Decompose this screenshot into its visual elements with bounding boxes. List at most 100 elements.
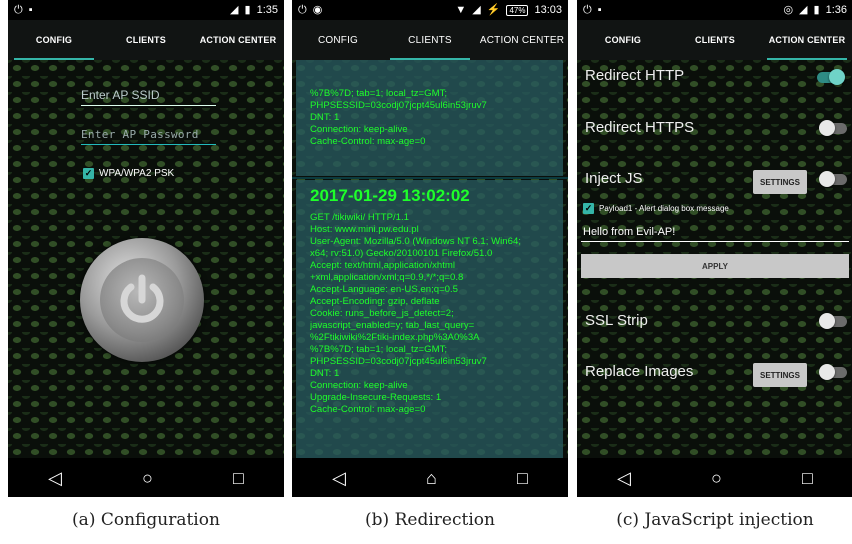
inject-js-label: Inject JS	[585, 170, 643, 187]
power-button[interactable]	[80, 238, 204, 362]
log-line: Cache-Control: max-age=0	[310, 136, 426, 147]
status-time: 1:36	[825, 4, 847, 16]
wpa-checkbox[interactable]: ✓	[83, 168, 94, 179]
battery-icon: ▮	[244, 3, 251, 16]
sd-card-icon: ▪	[597, 3, 602, 16]
log-line: +xml,application/xml;q=0.9,*/*;q=0.8	[310, 272, 464, 283]
redirect-https-toggle[interactable]	[819, 120, 847, 136]
back-icon[interactable]: ◁	[617, 469, 631, 487]
log-line: PHPSESSID=03codj07jcpt45ul6in53jruv7	[310, 100, 487, 111]
replace-images-toggle[interactable]	[819, 364, 847, 380]
log-line: javascript_enabled=y; tab_last_query=	[310, 320, 475, 331]
tab-clients[interactable]: CLIENTS	[384, 20, 476, 60]
log-line: Upgrade-Insecure-Requests: 1	[310, 392, 442, 403]
phone-config-screen: ⏻ ▪ ◢ ▮ 1:35 CONFIG CLIENTS ACTION CENTE…	[8, 0, 284, 497]
nav-bar: ◁ ⌂ □	[292, 458, 568, 497]
tab-bar: CONFIG CLIENTS ACTION CENTER	[292, 20, 568, 60]
status-time: 13:03	[534, 4, 562, 16]
config-panel: Enter AP SSID Enter AP Password ✓ WPA/WP…	[8, 60, 284, 458]
log-line: Cookie: runs_before_js_detect=2;	[310, 308, 454, 319]
tab-config[interactable]: CONFIG	[8, 20, 100, 60]
redirect-https-label: Redirect HTTPS	[585, 119, 695, 136]
back-icon[interactable]: ◁	[332, 469, 346, 487]
nav-bar: ◁ ○ □	[577, 458, 852, 497]
back-icon[interactable]: ◁	[48, 469, 62, 487]
signal-icon: ◢	[230, 3, 239, 16]
apply-button[interactable]: APPLY	[581, 254, 849, 278]
log-line: Accept-Encoding: gzip, deflate	[310, 296, 440, 307]
home-icon[interactable]: ○	[711, 469, 722, 487]
log-entry: 2017-01-29 13:02:02 GET /tikiwiki/ HTTP/…	[296, 180, 563, 458]
power-notification-icon: ⏻	[298, 3, 307, 16]
log-line: Accept: text/html,application/xhtml	[310, 260, 456, 271]
log-line: User-Agent: Mozilla/5.0 (Windows NT 6.1;…	[310, 236, 521, 247]
payload-checkbox[interactable]: ✓	[583, 203, 594, 214]
home-icon[interactable]: ○	[142, 469, 153, 487]
inject-js-toggle[interactable]	[819, 171, 847, 187]
log-timestamp: 2017-01-29 13:02:02	[310, 186, 470, 205]
power-icon	[100, 258, 184, 342]
log-line: %7B%7D; tab=1; local_tz=GMT;	[310, 344, 448, 355]
payload-label: Payload1 - Alert dialog box message	[599, 204, 729, 213]
battery-percent: 47%	[506, 4, 529, 16]
android-icon: ◉	[312, 3, 323, 16]
status-bar: ⏻ ◉ ▼ ◢ ⚡ 47% 13:03	[292, 0, 568, 20]
action-center-panel: Redirect HTTP Redirect HTTPS Inject JS S…	[577, 60, 852, 458]
signal-icon: ◢	[799, 3, 808, 16]
replace-images-settings-button[interactable]: SETTINGS	[753, 363, 807, 387]
log-line: DNT: 1	[310, 112, 340, 123]
tab-action-center[interactable]: ACTION CENTER	[761, 20, 852, 60]
log-line: Cache-Control: max-age=0	[310, 404, 426, 415]
caption-javascript-injection: (c) JavaScript injection	[616, 510, 814, 530]
clients-log-panel: %7B%7D; tab=1; local_tz=GMT; PHPSESSID=03…	[292, 60, 568, 458]
sd-card-icon: ▪	[28, 3, 33, 16]
inject-js-settings-button[interactable]: SETTINGS	[753, 170, 807, 194]
power-notification-icon: ⏻	[14, 3, 23, 16]
wpa-checkbox-row[interactable]: ✓ WPA/WPA2 PSK	[83, 168, 174, 179]
home-icon[interactable]: ⌂	[426, 469, 437, 487]
power-notification-icon: ⏻	[583, 3, 592, 16]
phone-clients-screen: ⏻ ◉ ▼ ◢ ⚡ 47% 13:03 CONFIG CLIENTS ACTIO…	[292, 0, 568, 497]
log-line: %7B%7D; tab=1; local_tz=GMT;	[310, 88, 448, 99]
payload-message-input[interactable]: Hello from Evil-AP!	[581, 226, 849, 242]
log-entry-previous: %7B%7D; tab=1; local_tz=GMT; PHPSESSID=03…	[296, 60, 563, 176]
recents-icon[interactable]: □	[517, 469, 528, 487]
tab-bar: CONFIG CLIENTS ACTION CENTER	[8, 20, 284, 60]
ap-ssid-input[interactable]: Enter AP SSID	[81, 88, 216, 106]
tab-bar: CONFIG CLIENTS ACTION CENTER	[577, 20, 852, 60]
ap-password-input[interactable]: Enter AP Password	[81, 128, 216, 145]
status-bar: ⏻ ▪ ◎ ◢ ▮ 1:36	[577, 0, 852, 20]
status-time: 1:35	[256, 4, 278, 16]
wifi-icon: ◎	[783, 3, 794, 16]
phone-action-center-screen: ⏻ ▪ ◎ ◢ ▮ 1:36 CONFIG CLIENTS ACTION CEN…	[577, 0, 852, 497]
nav-bar: ◁ ○ □	[8, 458, 284, 497]
ssl-strip-label: SSL Strip	[585, 312, 648, 329]
tab-config[interactable]: CONFIG	[577, 20, 669, 60]
log-line: Connection: keep-alive	[310, 380, 408, 391]
redirect-http-toggle[interactable]	[817, 69, 845, 85]
log-line: Accept-Language: en-US,en;q=0.5	[310, 284, 459, 295]
log-line: DNT: 1	[310, 368, 340, 379]
recents-icon[interactable]: □	[802, 469, 813, 487]
redirect-http-label: Redirect HTTP	[585, 67, 685, 84]
ssl-strip-toggle[interactable]	[819, 313, 847, 329]
log-divider	[292, 177, 568, 179]
tab-clients[interactable]: CLIENTS	[100, 20, 192, 60]
recents-icon[interactable]: □	[233, 469, 244, 487]
payload-checkbox-row[interactable]: ✓ Payload1 - Alert dialog box message	[583, 203, 729, 214]
log-line: Connection: keep-alive	[310, 124, 408, 135]
log-line: PHPSESSID=03codj07jcpt45ul6in53jruv7	[310, 356, 487, 367]
tab-action-center[interactable]: ACTION CENTER	[476, 20, 568, 60]
tab-clients[interactable]: CLIENTS	[669, 20, 761, 60]
tab-config[interactable]: CONFIG	[292, 20, 384, 60]
caption-redirection: (b) Redirection	[365, 510, 495, 530]
caption-configuration: (a) Configuration	[72, 510, 220, 530]
wpa-label: WPA/WPA2 PSK	[99, 168, 175, 179]
log-line: x64; rv:51.0) Gecko/20100101 Firefox/51.…	[310, 248, 493, 259]
signal-icon: ◢	[472, 3, 481, 16]
battery-icon: ▮	[813, 3, 820, 16]
tab-action-center[interactable]: ACTION CENTER	[192, 20, 284, 60]
status-bar: ⏻ ▪ ◢ ▮ 1:35	[8, 0, 284, 20]
log-line: %2Ftikiwiki%2Ftiki-index.php%3A0%3A	[310, 332, 480, 343]
replace-images-label: Replace Images	[585, 363, 694, 380]
